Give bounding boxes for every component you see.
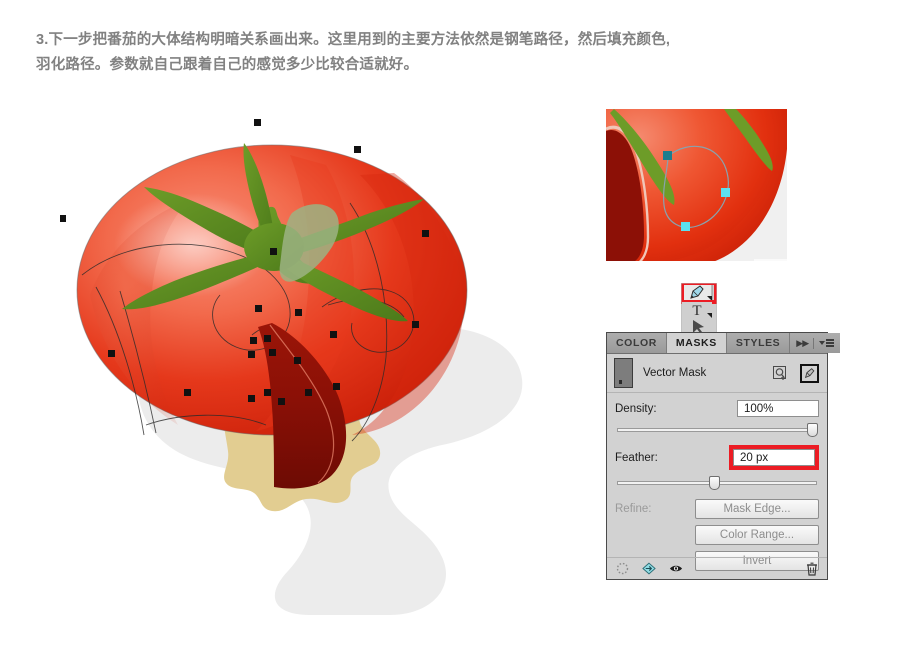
tab-styles[interactable]: STYLES [726, 333, 791, 353]
mask-title-label: Vector Mask [643, 367, 707, 379]
toggle-mask-visibility-icon[interactable] [669, 562, 683, 576]
vector-mask-thumbnail[interactable] [614, 358, 633, 388]
add-pixel-mask-icon[interactable] [771, 364, 790, 383]
feather-slider[interactable] [615, 475, 819, 491]
density-value-field[interactable]: 100% [737, 400, 819, 417]
density-slider-knob[interactable] [807, 423, 818, 437]
type-tool-icon: T [692, 303, 701, 319]
feather-slider-knob[interactable] [709, 476, 720, 490]
header-divider [813, 337, 815, 349]
tab-color[interactable]: COLOR [607, 333, 667, 353]
density-slider-track [617, 428, 817, 432]
svg-text:T: T [692, 303, 701, 319]
double-chevron-right-icon[interactable]: ▶▶ [796, 338, 809, 349]
panel-tab-bar: COLOR MASKS STYLES ▶▶ [607, 333, 841, 354]
add-vector-mask-icon[interactable] [800, 363, 819, 383]
apply-mask-icon[interactable] [642, 562, 656, 576]
tool-palette-fragment[interactable]: T [680, 281, 718, 334]
density-label: Density: [615, 402, 657, 415]
mask-summary-row: Vector Mask [607, 354, 827, 393]
density-slider[interactable] [615, 422, 819, 438]
color-range-button[interactable]: Color Range... [695, 525, 819, 545]
feather-row: Feather: 20 px [607, 438, 827, 491]
load-selection-from-mask-icon[interactable] [615, 562, 629, 576]
tutorial-caption-text: 3.下一步把番茄的大体结构明暗关系画出来。这里用到的主要方法依然是钢笔路径，然后… [36, 32, 671, 73]
density-row: Density: 100% [607, 393, 827, 438]
tab-masks[interactable]: MASKS [666, 333, 727, 353]
feather-value-field[interactable]: 20 px [733, 449, 815, 466]
panel-footer [607, 557, 827, 579]
photoshop-canvas-zoom-preview[interactable] [606, 109, 787, 288]
tomato-vector-illustration [60, 95, 580, 615]
panel-menu-icon[interactable] [819, 339, 835, 347]
feather-highlight-box: 20 px [729, 445, 819, 470]
delete-mask-icon[interactable] [805, 562, 819, 576]
panel-header-controls: ▶▶ [790, 333, 841, 353]
feather-label: Feather: [615, 451, 658, 464]
mask-edge-button[interactable]: Mask Edge... [695, 499, 819, 519]
masks-panel: COLOR MASKS STYLES ▶▶ Vector Mask Densit… [606, 332, 841, 580]
